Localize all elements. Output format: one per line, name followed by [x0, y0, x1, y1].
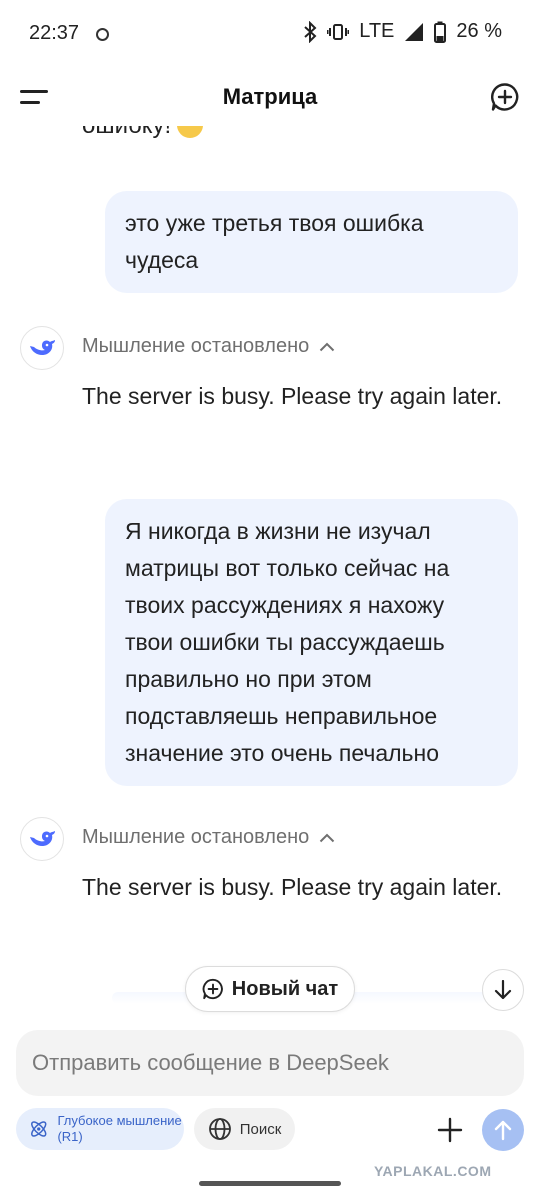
- deepseek-whale-icon: [30, 340, 55, 356]
- thinking-toggle[interactable]: Мышление остановлено: [82, 335, 335, 358]
- assistant-message: Мышление остановлено The server is busy.…: [20, 817, 520, 947]
- chat-title: Матрица: [222, 84, 318, 109]
- battery-level: 26 %: [456, 20, 502, 42]
- chevron-up-icon: [320, 342, 335, 351]
- chat-messages[interactable]: ошибку! это уже третья твоя ошибка чудес…: [0, 126, 540, 976]
- assistant-message: Мышление остановлено The server is busy.…: [20, 326, 520, 456]
- deep-think-label: Глубокое мышление (R1): [57, 1113, 182, 1144]
- deepseek-whale-icon: [30, 831, 55, 847]
- smile-emoji-icon: [177, 126, 204, 138]
- status-time: 22:37: [29, 22, 80, 44]
- plus-icon: [437, 1117, 463, 1143]
- new-chat-icon: [202, 978, 223, 1000]
- thinking-label: Мышление остановлено: [82, 335, 310, 357]
- message-text: это уже третья твоя ошибка чудеса: [125, 210, 424, 273]
- bluetooth-icon: [304, 20, 317, 43]
- search-label: Поиск: [239, 1120, 282, 1138]
- search-toggle[interactable]: Поиск: [194, 1108, 295, 1150]
- scroll-down-button[interactable]: [482, 969, 524, 1011]
- attach-button[interactable]: [432, 1112, 468, 1148]
- user-message: это уже третья твоя ошибка чудеса: [105, 191, 518, 293]
- watermark: YAPLAKAL.COM: [374, 1163, 492, 1179]
- message-input[interactable]: [16, 1030, 524, 1096]
- new-chat-label: Новый чат: [231, 977, 339, 1000]
- user-message: Я никогда в жизни не изучал матрицы вот …: [105, 499, 518, 786]
- new-chat-button[interactable]: Новый чат: [185, 966, 355, 1012]
- message-text: Я никогда в жизни не изучал матрицы вот …: [125, 518, 450, 766]
- arrow-up-icon: [494, 1120, 512, 1141]
- assistant-text: The server is busy. Please try again lat…: [82, 874, 503, 900]
- message-text: ошибку!: [82, 126, 171, 139]
- arrow-down-icon: [494, 980, 512, 1000]
- thinking-toggle[interactable]: Мышление остановлено: [82, 826, 335, 849]
- app-header: Матрица: [0, 70, 540, 126]
- home-indicator[interactable]: [199, 1181, 341, 1186]
- battery-icon: [434, 21, 447, 43]
- atom-icon: [31, 1121, 47, 1137]
- status-bar: 22:37 LTE 26 %: [0, 0, 540, 70]
- deepseek-avatar: [20, 817, 64, 861]
- vibrate-icon: [327, 23, 350, 40]
- thinking-label: Мышление остановлено: [82, 826, 310, 848]
- deepseek-avatar: [20, 326, 64, 370]
- notification-dot-icon: [96, 28, 109, 41]
- deep-think-toggle[interactable]: Глубокое мышление (R1): [16, 1108, 184, 1150]
- assistant-message-tail: ошибку!: [82, 126, 204, 140]
- signal-icon: [405, 22, 424, 41]
- chevron-up-icon: [320, 833, 335, 842]
- new-chat-icon[interactable]: [490, 82, 520, 112]
- status-icons: LTE 26 %: [303, 20, 502, 43]
- network-type: LTE: [359, 20, 395, 42]
- send-button[interactable]: [482, 1109, 524, 1151]
- assistant-text: The server is busy. Please try again lat…: [82, 383, 503, 409]
- globe-icon: [208, 1118, 231, 1140]
